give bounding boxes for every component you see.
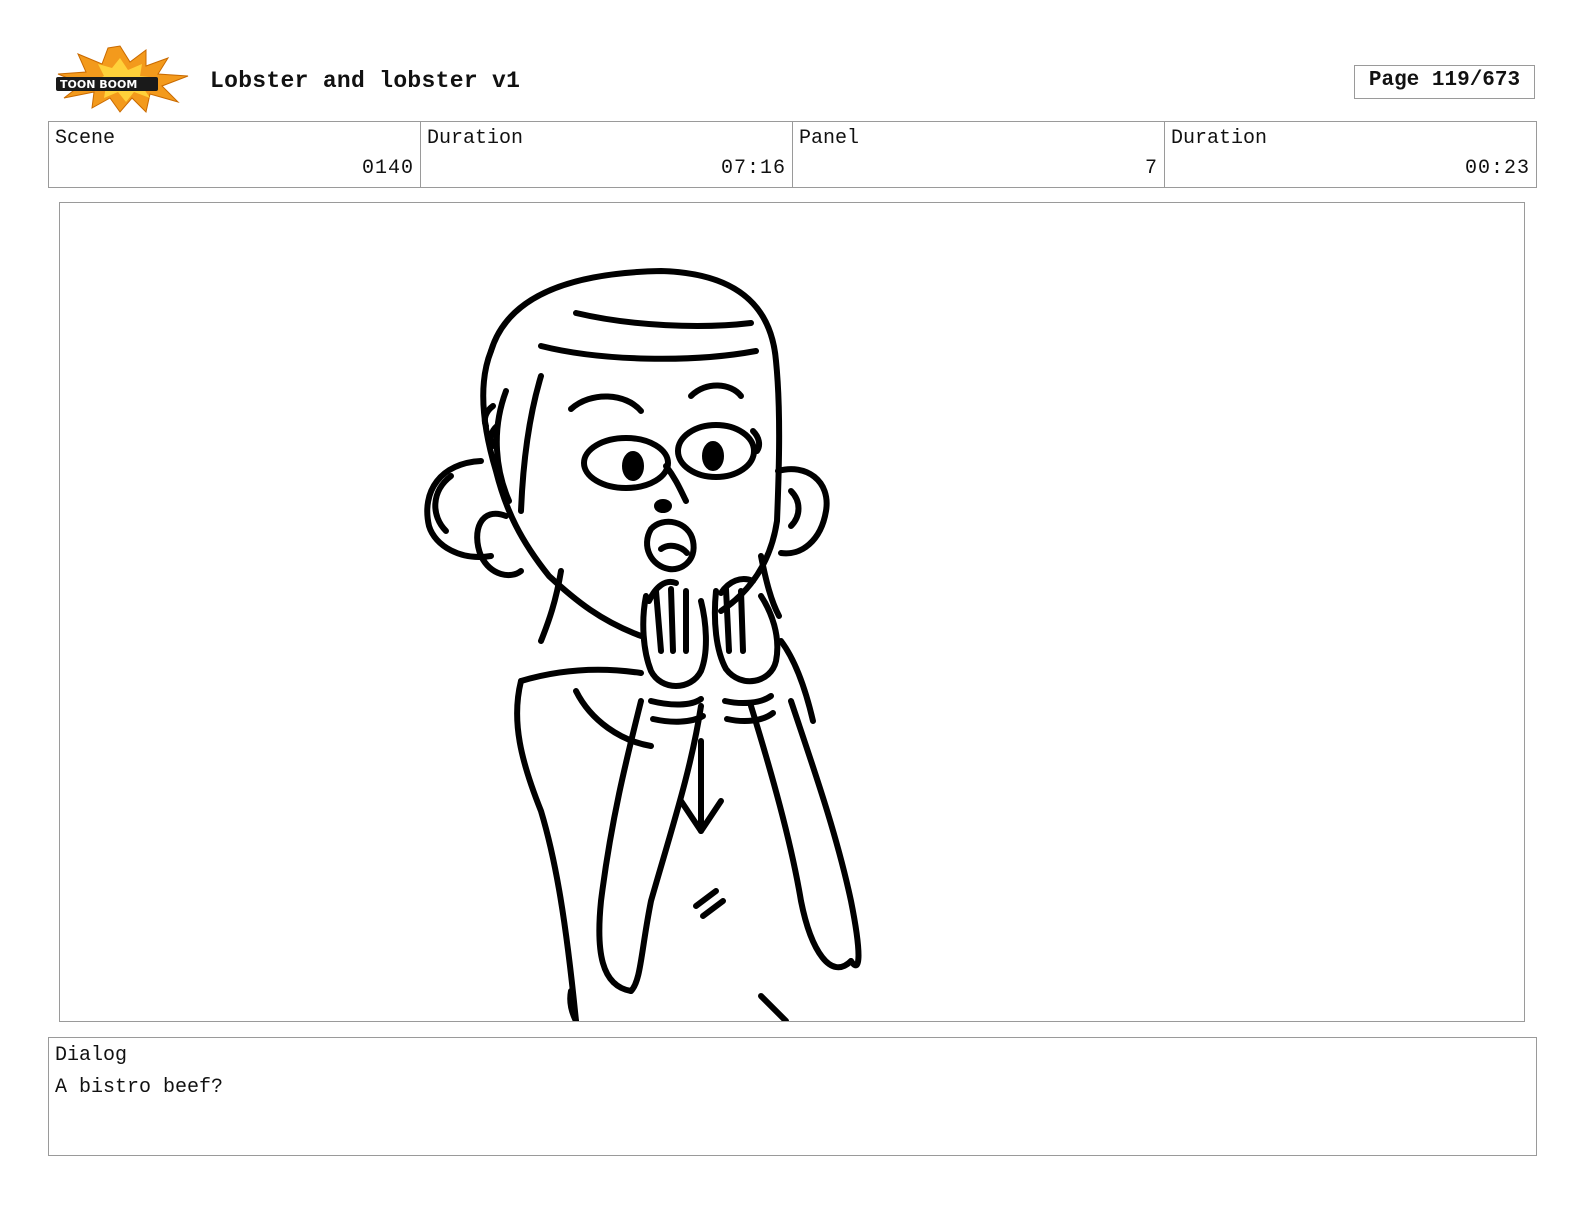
toon-boom-logo: TOON BOOM	[50, 44, 192, 114]
scene-duration-label: Duration	[427, 127, 524, 150]
dialog-label: Dialog	[55, 1044, 128, 1067]
dialog-text: A bistro beef?	[55, 1076, 224, 1099]
panel-duration-label: Duration	[1171, 127, 1268, 150]
storyboard-panel	[59, 202, 1525, 1022]
dialog-box: Dialog A bistro beef?	[48, 1037, 1537, 1156]
character-sketch	[424, 268, 862, 1021]
scene-cell: Scene 0140	[49, 122, 421, 187]
scene-value: 0140	[361, 157, 414, 180]
svg-text:TOON BOOM: TOON BOOM	[60, 78, 137, 91]
scene-duration-value: 07:16	[720, 157, 786, 180]
scene-info-table: Scene 0140 Duration 07:16 Panel 7 Durati…	[48, 121, 1537, 188]
panel-duration-cell: Duration 00:23	[1165, 122, 1536, 187]
page-counter: Page 119/673	[1354, 65, 1535, 99]
panel-label: Panel	[799, 127, 860, 150]
panel-duration-value: 00:23	[1464, 157, 1530, 180]
scene-label: Scene	[55, 127, 116, 150]
storyboard-title: Lobster and lobster v1	[210, 68, 521, 94]
panel-value: 7	[1144, 157, 1158, 180]
scene-duration-cell: Duration 07:16	[421, 122, 793, 187]
panel-cell: Panel 7	[793, 122, 1165, 187]
